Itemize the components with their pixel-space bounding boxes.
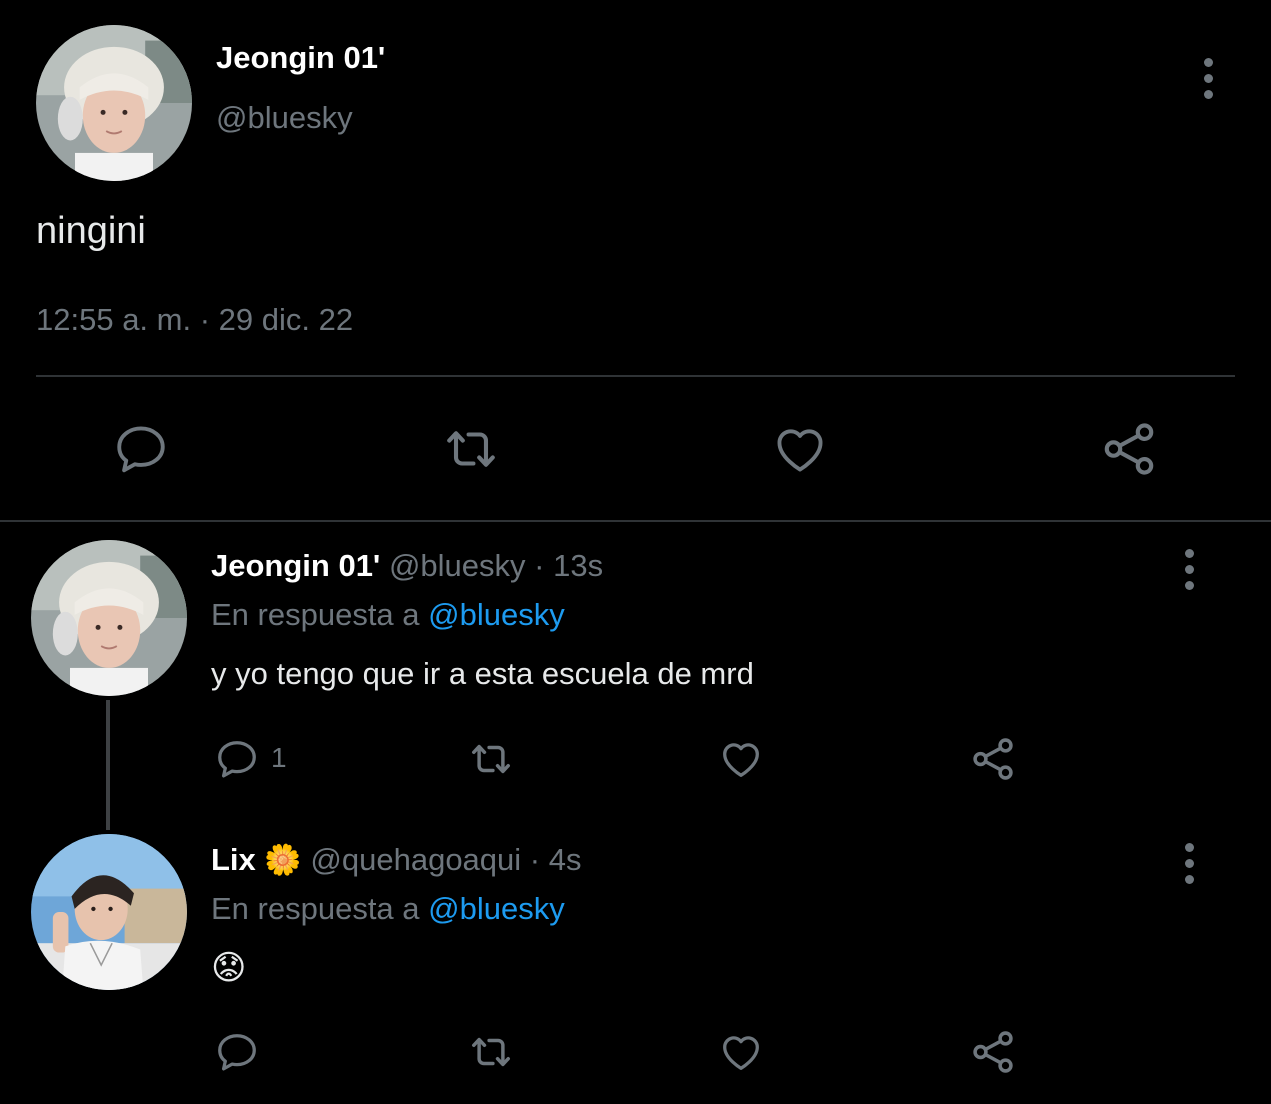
reply-prefix: En respuesta a xyxy=(211,891,420,926)
flower-emoji: 🌼 xyxy=(264,844,302,877)
avatar[interactable] xyxy=(31,540,187,696)
more-options-icon[interactable] xyxy=(1181,843,1197,884)
display-name[interactable]: Jeongin 01' xyxy=(211,548,380,583)
handle[interactable]: @quehagoaqui xyxy=(310,842,521,877)
handle[interactable]: @bluesky xyxy=(216,100,353,136)
like-icon[interactable] xyxy=(770,420,830,478)
tweet-text: ningini xyxy=(36,210,146,252)
reply-header: Lix 🌼 @quehagoaqui · 4s xyxy=(211,842,581,878)
reply-icon[interactable] xyxy=(213,736,261,782)
retweet-icon[interactable] xyxy=(465,736,517,782)
timestamp[interactable]: 12:55 a. m. · 29 dic. 22 xyxy=(36,302,353,338)
section-divider xyxy=(0,520,1271,522)
thread-line xyxy=(106,700,110,830)
display-name[interactable]: Lix xyxy=(211,842,256,877)
more-options-icon[interactable] xyxy=(1200,58,1216,99)
reply-icon[interactable] xyxy=(112,420,170,478)
display-name[interactable]: Jeongin 01' xyxy=(216,40,385,76)
reply-context: En respuesta a @bluesky xyxy=(211,891,565,927)
reply-prefix: En respuesta a xyxy=(211,597,420,632)
tweet-text: 😟 xyxy=(211,949,247,987)
share-icon[interactable] xyxy=(968,734,1018,784)
tweet-text: y yo tengo que ir a esta escuela de mrd xyxy=(211,656,754,691)
like-icon[interactable] xyxy=(716,736,766,782)
share-icon[interactable] xyxy=(968,1027,1018,1077)
divider xyxy=(36,375,1235,377)
time[interactable]: · 4s xyxy=(530,842,582,877)
retweet-icon[interactable] xyxy=(438,420,504,478)
reply-context: En respuesta a @bluesky xyxy=(211,597,565,633)
reply-icon[interactable] xyxy=(213,1029,261,1075)
mention-link[interactable]: @bluesky xyxy=(428,891,565,926)
retweet-icon[interactable] xyxy=(465,1029,517,1075)
time[interactable]: · 13s xyxy=(534,548,603,583)
like-icon[interactable] xyxy=(716,1029,766,1075)
avatar[interactable] xyxy=(36,25,192,181)
handle[interactable]: @bluesky xyxy=(389,548,526,583)
mention-link[interactable]: @bluesky xyxy=(428,597,565,632)
more-options-icon[interactable] xyxy=(1181,549,1197,590)
reply-header: Jeongin 01' @bluesky · 13s xyxy=(211,548,603,584)
share-icon[interactable] xyxy=(1098,418,1160,480)
avatar[interactable] xyxy=(31,834,187,990)
reply-count: 1 xyxy=(271,742,287,773)
